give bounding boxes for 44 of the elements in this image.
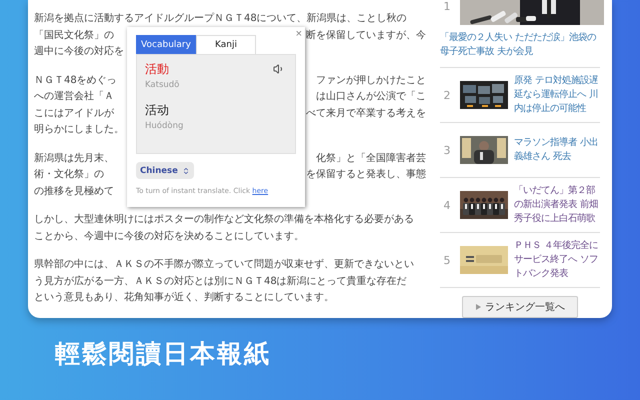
article-text: 県幹部の中には、ＡＫＳの不手際が際立っていて問題が収束せず、更新できないとい: [34, 258, 414, 272]
article-text: 新潟を拠点に活動するアイドルグループＮＧＴ48について、新潟県は、ことし秋の: [34, 12, 407, 26]
article-text: ＮＧＴ48をめぐっ: [34, 74, 117, 88]
news-headline-link[interactable]: マラソン指導者 小出義雄さん 死去: [514, 136, 600, 164]
article-text: 術・文化祭」の: [34, 168, 104, 182]
article-text: の推移を見極めて: [34, 184, 114, 198]
article-text: への運営会社「Ａ: [34, 90, 114, 104]
caption-title: 輕鬆閱讀日本報紙: [54, 338, 272, 370]
article-text: ファンが押しかけたこと: [316, 74, 426, 88]
rank-number: 2: [442, 88, 452, 102]
article-text: 明らかにしました。: [34, 123, 124, 137]
vocabulary-word: 活動: [145, 61, 169, 78]
chevrons-icon: [182, 166, 190, 174]
rank-number: 4: [442, 198, 452, 212]
tab[interactable]: Vocabulary: [136, 35, 196, 54]
reading-text: Huódòng: [145, 121, 184, 131]
article-text: ことから、今週中に今後の対応を決めることにしています。: [34, 230, 304, 244]
article-text: う見方が広がる一方、ＡＫＳの対応とは別にＮＧＴ48は新潟にとって貴重な存在だ: [34, 274, 407, 288]
article-text: べて来月で卒業する考えを: [306, 106, 426, 120]
rank-number: 3: [442, 144, 452, 156]
ranking-list-button[interactable]: ランキング一覧へ: [462, 296, 578, 318]
article-text: 断を保留していますが、今: [306, 28, 426, 42]
close-button[interactable]: ×: [296, 28, 302, 40]
news-headline-link[interactable]: 「いだてん」第２部の新出演者発表 前畑秀子役に上白石萌歌: [514, 184, 600, 226]
speaker-icon[interactable]: [273, 63, 285, 75]
article-text: こにはアイドルが: [34, 106, 114, 120]
rank-number: 5: [442, 254, 452, 266]
article-text: は山口さんが公演で「こ: [316, 90, 426, 104]
rank-number: 1: [442, 0, 452, 15]
article-text: 化祭」と「全国障害者芸: [316, 152, 426, 166]
article-text: を保留すると発表し、事態: [306, 168, 426, 182]
news-headline-link[interactable]: ＰＨＳ ４年後完全にサービス終了へ ソフトバンク発表: [514, 239, 600, 281]
triangle-icon: [475, 304, 481, 310]
vocabulary-word: 活动: [145, 102, 169, 119]
article-text: 新潟県は先月末、: [34, 152, 114, 166]
reading-text: Katsudō: [145, 80, 180, 90]
article-text: 「国民文化祭」の: [34, 28, 114, 42]
article-text: しかし、大型連休明けにはポスターの制作など文化祭の準備を本格化する必要がある: [34, 212, 414, 227]
article-text: という意見もあり、花角知事が近く、判断することにしています。: [34, 290, 334, 305]
tab[interactable]: Kanji: [196, 35, 256, 54]
news-headline-link[interactable]: 原発 テロ対処施設遅延なら運転停止へ 川内は停止の可能性: [514, 74, 600, 116]
article-text: 週中に今後の対応を: [34, 44, 124, 59]
news-headline-link[interactable]: 「最愛の２人失い ただただ涙」池袋の母子死亡事故 夫が会見: [440, 31, 604, 59]
language-select[interactable]: Chinese: [136, 162, 194, 179]
